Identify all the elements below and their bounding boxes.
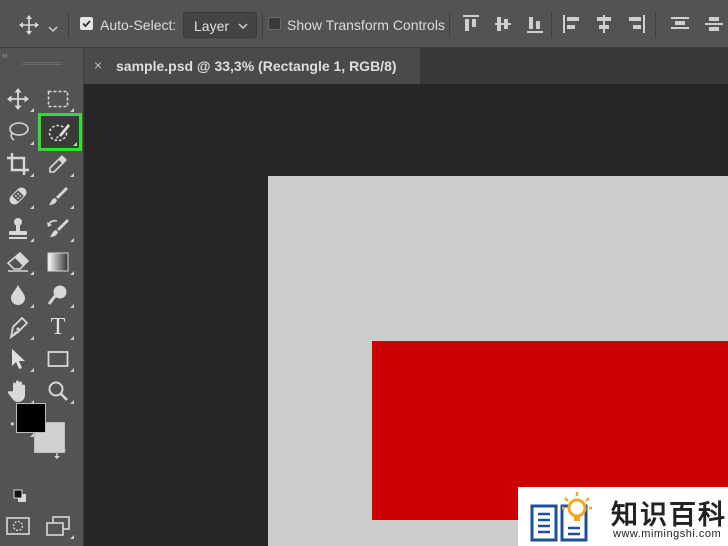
crop-tool[interactable] [0, 149, 36, 179]
move-icon [7, 88, 29, 110]
default-colors-icon[interactable] [13, 489, 27, 508]
divider [655, 12, 656, 38]
path-selection-tool[interactable] [0, 344, 36, 374]
divider [449, 12, 450, 38]
chevron-down-icon [238, 23, 248, 30]
brush-tool[interactable] [40, 181, 76, 211]
pen-tool[interactable] [0, 312, 36, 342]
quick-selection-icon [48, 124, 70, 142]
healing-brush-tool[interactable] [0, 181, 36, 211]
eyedropper-tool[interactable] [40, 149, 76, 179]
tool-flyout-indicator [30, 238, 34, 242]
align-right-edges-icon[interactable] [626, 14, 646, 39]
eyedropper-icon [49, 155, 67, 173]
tool-flyout-indicator [70, 535, 74, 539]
pen-icon [9, 316, 29, 339]
tool-flyout-indicator [73, 142, 77, 146]
tool-flyout-indicator [30, 271, 34, 275]
divider [262, 12, 263, 38]
tool-flyout-indicator [70, 336, 74, 340]
align-horizontal-centers-icon[interactable] [594, 14, 614, 39]
rectangular-marquee-tool[interactable] [40, 84, 76, 114]
close-icon[interactable]: × [94, 57, 102, 73]
distribute-vertical-centers-icon[interactable] [704, 14, 724, 39]
auto-select-checkbox[interactable] [80, 17, 93, 30]
show-transform-checkbox[interactable] [268, 17, 281, 30]
type-icon: T [50, 314, 66, 340]
rectangle-icon [47, 351, 69, 367]
eraser-tool[interactable] [0, 247, 36, 277]
align-bottom-edges-icon[interactable] [526, 14, 544, 39]
lasso-tool[interactable] [0, 117, 36, 147]
tool-flyout-indicator [70, 368, 74, 372]
quick-mask-button[interactable] [0, 511, 36, 541]
watermark: 知识百科 www.mimingshi.com [518, 487, 728, 546]
arrow-icon [12, 349, 25, 369]
screen-mode-button[interactable] [40, 511, 76, 541]
tool-flyout-indicator [30, 304, 34, 308]
divider [551, 12, 552, 38]
brush-icon [49, 187, 68, 205]
clone-stamp-tool[interactable] [0, 214, 36, 244]
align-top-edges-icon[interactable] [462, 14, 480, 39]
tool-flyout-indicator [30, 173, 34, 177]
tool-flyout-indicator [70, 205, 74, 209]
tool-flyout-indicator [30, 336, 34, 340]
hand-icon [7, 380, 25, 402]
align-vertical-centers-icon[interactable] [494, 14, 512, 39]
foreground-color-swatch[interactable] [16, 403, 46, 433]
document-tab[interactable]: × sample.psd @ 33,3% (Rectangle 1, RGB/8… [84, 48, 420, 84]
quick-mask-icon [6, 517, 30, 535]
dodge-tool[interactable] [40, 280, 76, 310]
dodge-icon [47, 285, 67, 305]
document-tab-bar: × sample.psd @ 33,3% (Rectangle 1, RGB/8… [84, 48, 728, 84]
tool-flyout-indicator [70, 173, 74, 177]
drop-icon [11, 285, 25, 305]
tool-flyout-indicator [30, 141, 34, 145]
tool-flyout-indicator [70, 304, 74, 308]
panel-grip[interactable] [22, 62, 62, 65]
auto-select-label: Auto-Select: [100, 17, 177, 33]
watermark-title: 知识百科 [611, 500, 727, 531]
crop-icon [7, 153, 29, 175]
tool-flyout-indicator [30, 108, 34, 112]
blur-tool[interactable] [0, 280, 36, 310]
options-bar: Auto-Select: Layer Show Transform Contro… [0, 0, 728, 48]
quick-selection-tool[interactable] [38, 113, 82, 151]
screen-mode-icon [46, 516, 70, 536]
tool-flyout-indicator [70, 108, 74, 112]
stamp-icon [9, 218, 27, 239]
watermark-url: www.mimingshi.com [613, 528, 722, 540]
move-tool-preset-icon[interactable] [18, 14, 40, 41]
chevron-down-icon[interactable] [48, 20, 58, 38]
divider [68, 12, 69, 38]
tool-flyout-indicator [70, 400, 74, 404]
type-tool[interactable]: T [40, 312, 76, 342]
hand-tool[interactable] [0, 376, 36, 406]
gradient-tool[interactable] [40, 247, 76, 277]
auto-select-target-value: Layer [194, 18, 230, 34]
move-tool[interactable] [0, 84, 36, 114]
lasso-icon [9, 122, 29, 141]
tool-flyout-indicator [30, 205, 34, 209]
marquee-icon [47, 90, 69, 108]
bandage-icon [9, 187, 27, 205]
align-left-edges-icon[interactable] [562, 14, 582, 39]
panel-collapse-button[interactable]: ‹‹ [2, 50, 8, 60]
tool-flyout-indicator [70, 271, 74, 275]
tool-flyout-indicator [30, 368, 34, 372]
rectangle-tool[interactable] [40, 344, 76, 374]
auto-select-target-dropdown[interactable]: Layer [183, 12, 257, 38]
zoom-tool[interactable] [40, 376, 76, 406]
document-tab-title: sample.psd @ 33,3% (Rectangle 1, RGB/8) [116, 58, 397, 74]
zoom-icon [48, 381, 68, 401]
gradient-icon [47, 252, 69, 272]
tool-flyout-indicator [70, 238, 74, 242]
show-transform-label: Show Transform Controls [287, 17, 445, 33]
history-brush-icon [47, 219, 69, 237]
eraser-icon [6, 252, 30, 272]
distribute-top-icon[interactable] [670, 14, 690, 39]
watermark-logo-icon [530, 492, 592, 542]
history-brush-tool[interactable] [40, 214, 76, 244]
